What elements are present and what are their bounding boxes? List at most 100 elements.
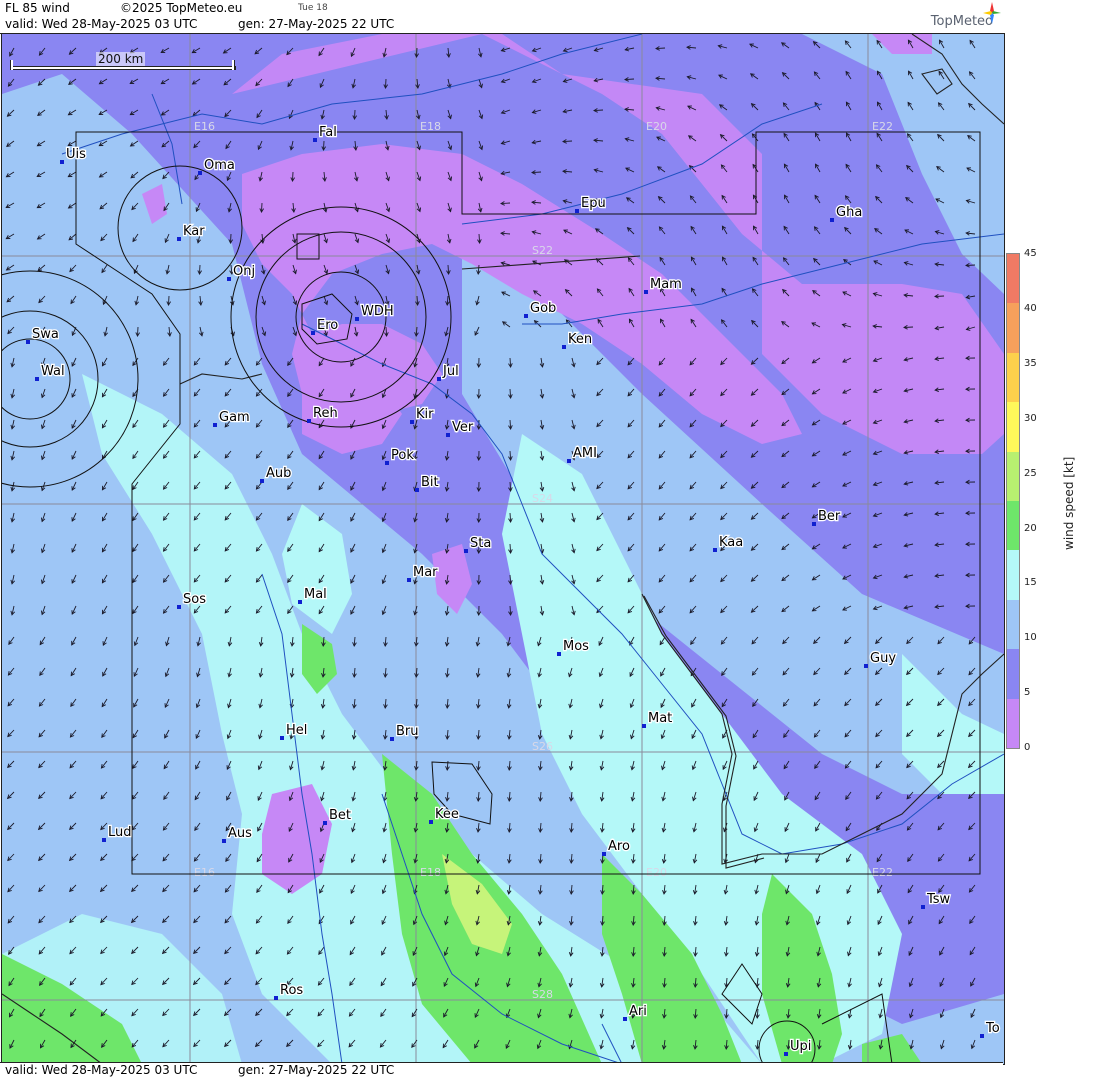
wind-map-canvas[interactable]: E16 E18 E20 E22 E16 E18 E20 E22 S22 S24 …: [2, 34, 1004, 1064]
wind-speed-legend: 454035302520151050 wind speed [kt]: [1004, 250, 1095, 750]
station-label: Ero: [317, 318, 338, 333]
station-label: Wal: [41, 364, 65, 379]
station-label: Bru: [396, 724, 419, 739]
station-dot: [407, 578, 411, 582]
station-label: Kir: [416, 407, 434, 422]
station-label: Bet: [329, 808, 351, 823]
grid-label-s22: S22: [532, 244, 553, 257]
station-label: Sta: [470, 536, 491, 551]
day-label: Tue 18: [298, 3, 328, 13]
station-dot: [602, 852, 606, 856]
station-dot: [177, 605, 181, 609]
station-dot: [323, 821, 327, 825]
legend-color-segment: [1007, 550, 1019, 599]
footer-gen-time: gen: 27-May-2025 22 UTC: [238, 1063, 394, 1077]
station-dot: [222, 839, 226, 843]
station-dot: [567, 459, 571, 463]
station-label: Tsw: [926, 892, 951, 907]
station-label: Upi: [790, 1039, 811, 1054]
station-label: Ari: [629, 1004, 647, 1019]
station-dot: [260, 479, 264, 483]
station-label: Kaa: [719, 535, 743, 550]
station-label: Sos: [183, 592, 206, 607]
station-dot: [812, 522, 816, 526]
legend-color-segment: [1007, 254, 1019, 303]
footer-valid-time: valid: Wed 28-May-2025 03 UTC: [5, 1063, 197, 1077]
station-dot: [464, 549, 468, 553]
grid-label-e22-top: E22: [872, 120, 893, 133]
station-label: Gob: [530, 301, 556, 316]
station-dot: [307, 419, 311, 423]
product-title: FL 85 wind: [5, 1, 70, 15]
station-dot: [921, 905, 925, 909]
station-dot: [410, 420, 414, 424]
grid-label-e16-bottom: E16: [194, 866, 215, 879]
station-dot: [713, 548, 717, 552]
station-dot: [280, 736, 284, 740]
legend-tick-label: 10: [1024, 632, 1037, 643]
legend-color-segment: [1007, 649, 1019, 698]
station-dot: [575, 209, 579, 213]
station-label: Oma: [204, 158, 235, 173]
station-label: WDH: [361, 304, 394, 319]
station-label: Ver: [452, 420, 474, 435]
station-dot: [446, 433, 450, 437]
station-label: Mal: [304, 587, 327, 602]
station-label: Kar: [183, 224, 205, 239]
station-dot: [415, 488, 419, 492]
station-label: Mar: [413, 565, 438, 580]
map-header: FL 85 wind ©2025 TopMeteo.eu Tue 18 vali…: [0, 0, 1003, 34]
station-label: Aus: [228, 826, 252, 841]
station-dot: [390, 737, 394, 741]
legend-tick-label: 45: [1024, 248, 1037, 259]
grid-label-e22-bottom: E22: [872, 866, 893, 879]
grid-label-s26: S26: [532, 740, 553, 753]
legend-color-segment: [1007, 699, 1019, 748]
station-dot: [102, 838, 106, 842]
station-wdh[interactable]: WDH: [355, 304, 394, 321]
station-dot: [198, 171, 202, 175]
station-oma[interactable]: Oma: [198, 158, 235, 175]
grid-label-e16-top: E16: [194, 120, 215, 133]
legend-color-segment: [1007, 501, 1019, 550]
station-label: Hel: [286, 723, 307, 738]
station-dot: [784, 1052, 788, 1056]
station-label: To: [985, 1021, 1000, 1036]
station-label: Ken: [568, 332, 592, 347]
station-dot: [642, 724, 646, 728]
station-label: Epu: [581, 196, 606, 211]
wind-map[interactable]: E16 E18 E20 E22 E16 E18 E20 E22 S22 S24 …: [1, 33, 1005, 1065]
grid-label-e20-bottom: E20: [646, 866, 667, 879]
station-label: Ros: [280, 983, 303, 998]
station-label: Reh: [313, 406, 338, 421]
station-dot: [437, 377, 441, 381]
valid-time: valid: Wed 28-May-2025 03 UTC: [5, 17, 197, 31]
station-label: Ber: [818, 509, 841, 524]
compass-icon: [983, 2, 1001, 24]
station-label: Gha: [836, 205, 862, 220]
grid-label-e20-top: E20: [646, 120, 667, 133]
legend-color-bar: [1006, 253, 1020, 749]
legend-tick-label: 0: [1024, 742, 1030, 753]
legend-tick-label: 40: [1024, 303, 1037, 314]
station-dot: [644, 290, 648, 294]
grid-label-e18-top: E18: [420, 120, 441, 133]
station-gam[interactable]: Gam: [213, 410, 250, 427]
station-dot: [26, 340, 30, 344]
legend-color-segment: [1007, 303, 1019, 352]
station-label: Aub: [266, 466, 291, 481]
copyright: ©2025 TopMeteo.eu: [120, 1, 242, 15]
scale-bar-label: 200 km: [96, 52, 145, 66]
station-label: Kee: [435, 807, 459, 822]
station-dot: [60, 160, 64, 164]
legend-tick-label: 5: [1024, 687, 1030, 698]
station-mam[interactable]: Mam: [644, 277, 682, 294]
station-dot: [298, 600, 302, 604]
station-label: Guy: [870, 651, 896, 666]
station-dot: [227, 277, 231, 281]
legend-color-segment: [1007, 402, 1019, 451]
station-dot: [35, 377, 39, 381]
legend-tick-label: 20: [1024, 523, 1037, 534]
legend-color-segment: [1007, 353, 1019, 402]
station-label: Bit: [421, 475, 439, 490]
